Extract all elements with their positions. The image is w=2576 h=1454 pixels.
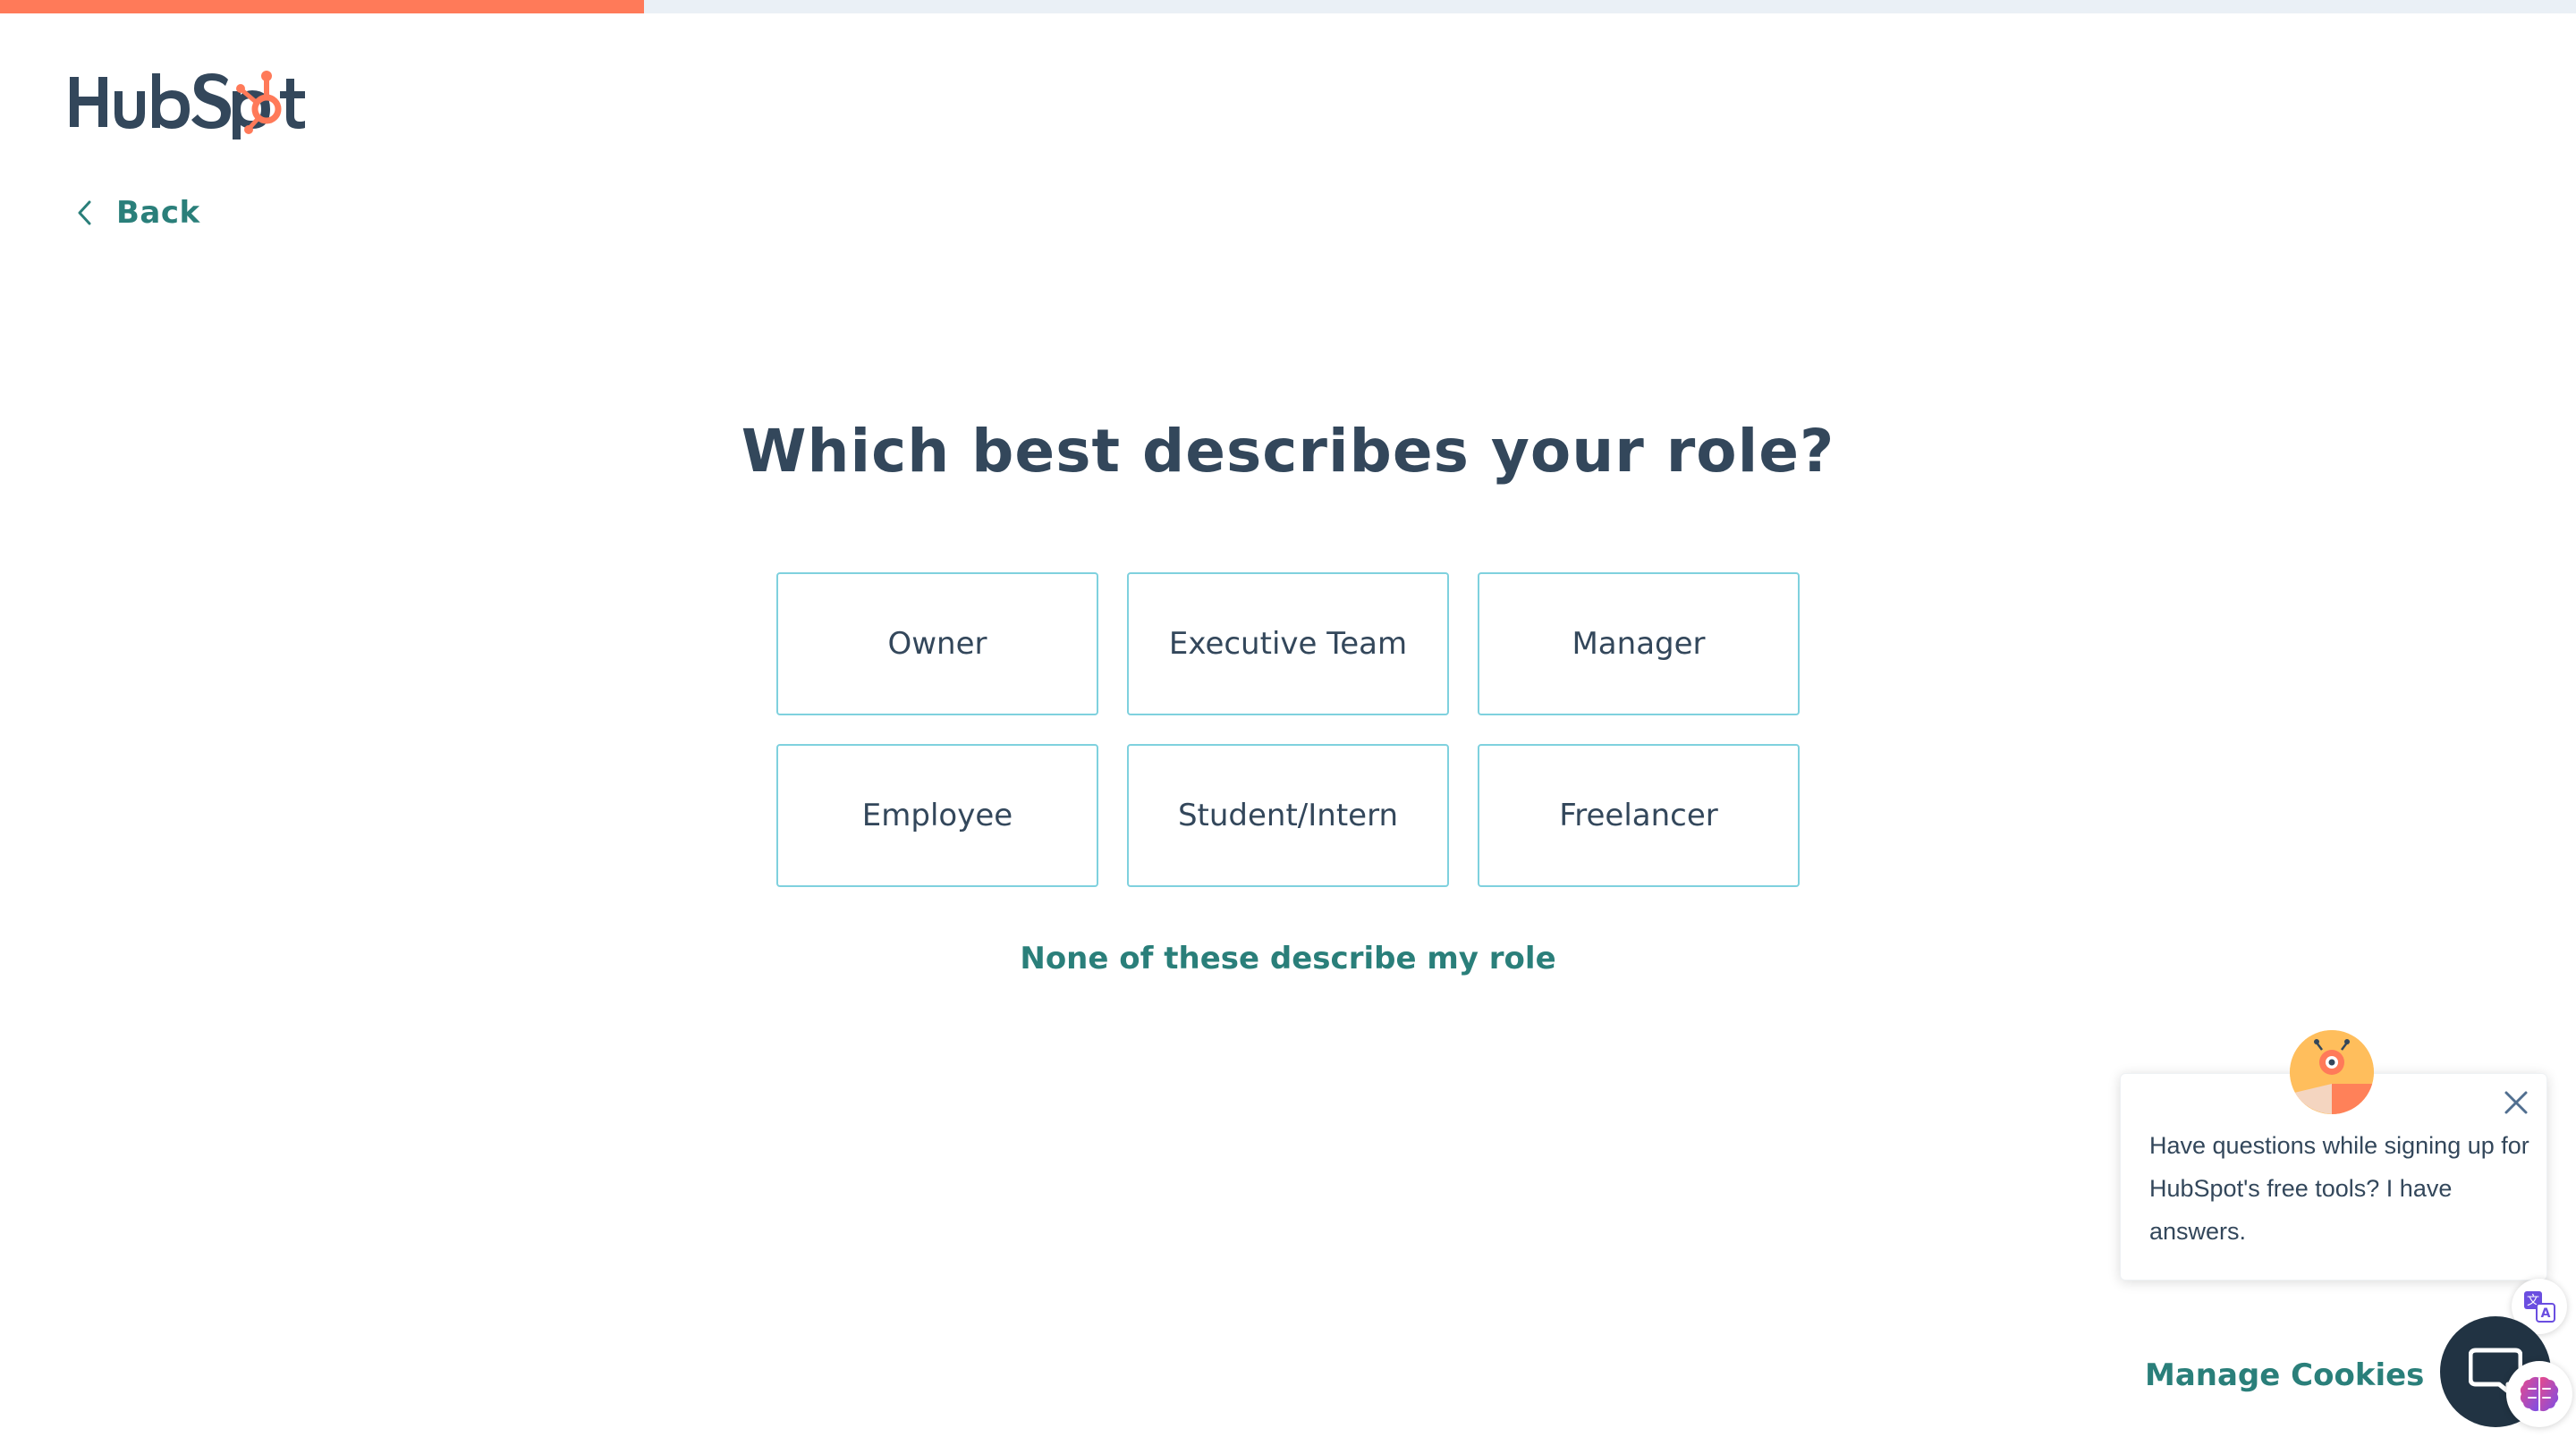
progress-bar bbox=[0, 0, 2576, 13]
chevron-left-icon bbox=[72, 197, 97, 229]
role-option-owner[interactable]: Owner bbox=[776, 572, 1098, 715]
hubspot-logo-icon bbox=[70, 71, 305, 143]
role-option-employee[interactable]: Employee bbox=[776, 744, 1098, 887]
role-option-manager[interactable]: Manager bbox=[1478, 572, 1800, 715]
role-option-executive-team[interactable]: Executive Team bbox=[1127, 572, 1449, 715]
role-option-student-intern[interactable]: Student/Intern bbox=[1127, 744, 1449, 887]
close-icon[interactable] bbox=[2502, 1088, 2530, 1117]
manage-cookies-link[interactable]: Manage Cookies bbox=[2145, 1357, 2424, 1393]
svg-text:A: A bbox=[2541, 1306, 2551, 1321]
back-label: Back bbox=[116, 195, 200, 231]
role-option-freelancer[interactable]: Freelancer bbox=[1478, 744, 1800, 887]
page-title: Which best describes your role? bbox=[741, 417, 1835, 486]
hubspot-logo[interactable] bbox=[68, 66, 309, 143]
robot-avatar-icon bbox=[2290, 1030, 2374, 1114]
back-link[interactable]: Back bbox=[72, 195, 200, 231]
progress-bar-fill bbox=[0, 0, 644, 13]
chat-message: Have questions while signing up for HubS… bbox=[2149, 1132, 2529, 1245]
role-options: Owner Executive Team Manager Employee St… bbox=[776, 572, 1800, 887]
none-of-these-link[interactable]: None of these describe my role bbox=[0, 941, 2576, 976]
brain-icon[interactable] bbox=[2506, 1361, 2572, 1427]
